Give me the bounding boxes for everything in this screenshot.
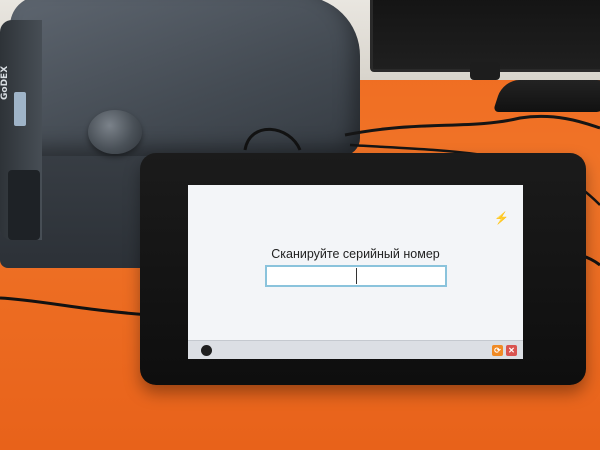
close-icon[interactable]: ✕ xyxy=(506,345,517,356)
taskbar: ⟳ ✕ xyxy=(188,340,523,359)
round-menu-icon[interactable] xyxy=(201,345,212,356)
lightning-bolt-icon: ⚡ xyxy=(494,211,509,225)
scan-prompt: Сканируйте серийный номер xyxy=(271,247,440,261)
text-cursor xyxy=(356,268,357,284)
tablet-screen: ⚡ Сканируйте серийный номер ⟳ ✕ xyxy=(188,185,523,359)
refresh-icon[interactable]: ⟳ xyxy=(492,345,503,356)
